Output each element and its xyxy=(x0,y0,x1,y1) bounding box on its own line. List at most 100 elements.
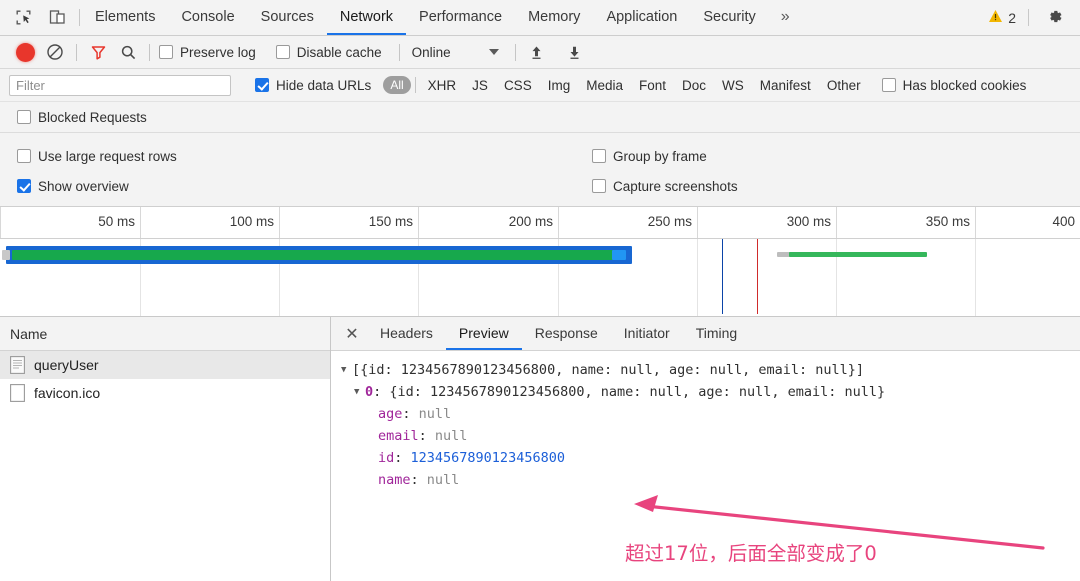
toolbar-right: 2 xyxy=(978,0,1080,35)
tab-headers[interactable]: Headers xyxy=(367,317,446,350)
table-row[interactable]: queryUser xyxy=(0,351,330,379)
detail-tab-bar: ✕ Headers Preview Response Initiator Tim… xyxy=(331,317,1080,351)
type-filter-separator xyxy=(415,77,416,93)
disable-cache-checkbox[interactable]: Disable cache xyxy=(273,45,385,60)
use-large-request-rows-box xyxy=(17,149,31,163)
resource-type-filters: All XHR JS CSS Img Media Font Doc WS Man… xyxy=(383,76,868,95)
use-large-request-rows-checkbox[interactable]: Use large request rows xyxy=(14,149,180,164)
type-filter-other[interactable]: Other xyxy=(819,76,869,95)
tab-memory[interactable]: Memory xyxy=(515,0,593,35)
json-root-line[interactable]: ▼ [{id: 1234567890123456800, name: null,… xyxy=(341,359,1080,381)
request-detail-panel: ✕ Headers Preview Response Initiator Tim… xyxy=(331,317,1080,581)
tab-application[interactable]: Application xyxy=(593,0,690,35)
settings-col2-row1: Group by frame xyxy=(589,141,710,171)
warning-indicator[interactable]: 2 xyxy=(978,9,1026,26)
column-header-name: Name xyxy=(10,326,47,342)
type-filter-font[interactable]: Font xyxy=(631,76,674,95)
network-bottom-split: Name queryUser xyxy=(0,317,1080,581)
tab-response[interactable]: Response xyxy=(522,317,611,350)
json-property-row[interactable]: age : null xyxy=(341,403,1080,425)
clear-icon[interactable] xyxy=(40,39,70,65)
tab-elements[interactable]: Elements xyxy=(82,0,168,35)
toolbar-divider-2 xyxy=(1028,9,1029,26)
json-property-key: name xyxy=(378,469,411,491)
json-property-key: age xyxy=(378,403,402,425)
tab-console[interactable]: Console xyxy=(168,0,247,35)
type-filter-js[interactable]: JS xyxy=(464,76,496,95)
json-preview-viewer[interactable]: ▼ [{id: 1234567890123456800, name: null,… xyxy=(331,351,1080,581)
ruler-tick-200ms: 200 ms xyxy=(509,214,558,229)
close-icon[interactable]: ✕ xyxy=(337,317,367,350)
tab-initiator[interactable]: Initiator xyxy=(611,317,683,350)
capture-screenshots-label: Capture screenshots xyxy=(613,179,738,194)
table-row[interactable]: favicon.ico xyxy=(0,379,330,407)
network-overview[interactable]: 50 ms 100 ms 150 ms 200 ms 250 ms 300 ms… xyxy=(0,207,1080,317)
export-har-icon[interactable] xyxy=(560,39,590,65)
record-button[interactable] xyxy=(10,39,40,65)
filter-funnel-icon[interactable] xyxy=(83,39,113,65)
throttling-select[interactable]: Online xyxy=(406,45,499,60)
inspect-element-icon[interactable] xyxy=(12,7,34,29)
type-filter-xhr[interactable]: XHR xyxy=(420,76,465,95)
type-filter-css[interactable]: CSS xyxy=(496,76,540,95)
blocked-requests-label: Blocked Requests xyxy=(38,110,147,125)
warning-count: 2 xyxy=(1008,10,1016,26)
hide-data-urls-checkbox[interactable]: Hide data URLs xyxy=(252,78,374,93)
json-property-value: null xyxy=(427,469,460,491)
expand-toggle-icon[interactable]: ▼ xyxy=(354,381,365,403)
more-tabs-button[interactable]: » xyxy=(769,0,802,35)
ruler-tick-150ms: 150 ms xyxy=(369,214,418,229)
gear-icon[interactable] xyxy=(1033,7,1068,29)
import-har-icon[interactable] xyxy=(522,39,552,65)
ruler-tick-350ms: 350 ms xyxy=(926,214,975,229)
toolbar-separator-3 xyxy=(399,44,400,61)
toolbar-divider xyxy=(79,9,80,26)
overview-graph[interactable] xyxy=(0,239,1080,316)
use-large-request-rows-label: Use large request rows xyxy=(38,149,177,164)
show-overview-checkbox[interactable]: Show overview xyxy=(14,179,132,194)
preserve-log-checkbox[interactable]: Preserve log xyxy=(156,45,259,60)
type-filter-manifest[interactable]: Manifest xyxy=(752,76,819,95)
devtools-window: Elements Console Sources Network Perform… xyxy=(0,0,1080,581)
settings-col2-row2: Capture screenshots xyxy=(589,171,741,201)
main-tab-bar: Elements Console Sources Network Perform… xyxy=(0,0,1080,36)
type-filter-img[interactable]: Img xyxy=(540,76,579,95)
json-item-index: 0 xyxy=(365,381,373,403)
document-icon xyxy=(10,356,25,374)
type-filter-media[interactable]: Media xyxy=(578,76,631,95)
json-property-value: null xyxy=(435,425,468,447)
network-toolbar: Preserve log Disable cache Online xyxy=(0,36,1080,69)
overview-bar-queryuser-tail xyxy=(612,250,626,260)
type-filter-doc[interactable]: Doc xyxy=(674,76,714,95)
json-item-line[interactable]: ▼ 0 : {id: 1234567890123456800, name: nu… xyxy=(341,381,1080,403)
type-filter-all[interactable]: All xyxy=(383,76,410,94)
expand-toggle-icon[interactable]: ▼ xyxy=(341,359,352,381)
tab-sources[interactable]: Sources xyxy=(248,0,327,35)
has-blocked-cookies-checkbox[interactable]: Has blocked cookies xyxy=(879,78,1030,93)
tab-preview[interactable]: Preview xyxy=(446,317,522,350)
has-blocked-cookies-label: Has blocked cookies xyxy=(903,78,1027,93)
toggle-device-toolbar-icon[interactable] xyxy=(46,7,68,29)
request-list-header[interactable]: Name xyxy=(0,317,330,351)
filter-input[interactable] xyxy=(9,75,231,96)
toolbar-separator-1 xyxy=(76,44,77,61)
tab-network[interactable]: Network xyxy=(327,0,406,35)
tab-timing[interactable]: Timing xyxy=(683,317,751,350)
settings-row-2: Show overview xyxy=(14,171,1080,201)
capture-screenshots-checkbox[interactable]: Capture screenshots xyxy=(589,171,741,201)
load-event-marker xyxy=(757,239,758,314)
tab-performance[interactable]: Performance xyxy=(406,0,515,35)
tab-security[interactable]: Security xyxy=(690,0,768,35)
toolbar-separator-2 xyxy=(149,44,150,61)
json-property-row[interactable]: name : null xyxy=(341,469,1080,491)
group-by-frame-checkbox[interactable]: Group by frame xyxy=(589,141,710,171)
search-icon[interactable] xyxy=(113,39,143,65)
json-property-row[interactable]: email : null xyxy=(341,425,1080,447)
show-overview-box xyxy=(17,179,31,193)
request-name: favicon.ico xyxy=(34,385,100,401)
json-property-row[interactable]: id : 1234567890123456800 xyxy=(341,447,1080,469)
json-property-key: email xyxy=(378,425,419,447)
type-filter-ws[interactable]: WS xyxy=(714,76,752,95)
blocked-requests-checkbox[interactable]: Blocked Requests xyxy=(14,110,150,125)
overview-bar-favicon xyxy=(789,252,927,257)
